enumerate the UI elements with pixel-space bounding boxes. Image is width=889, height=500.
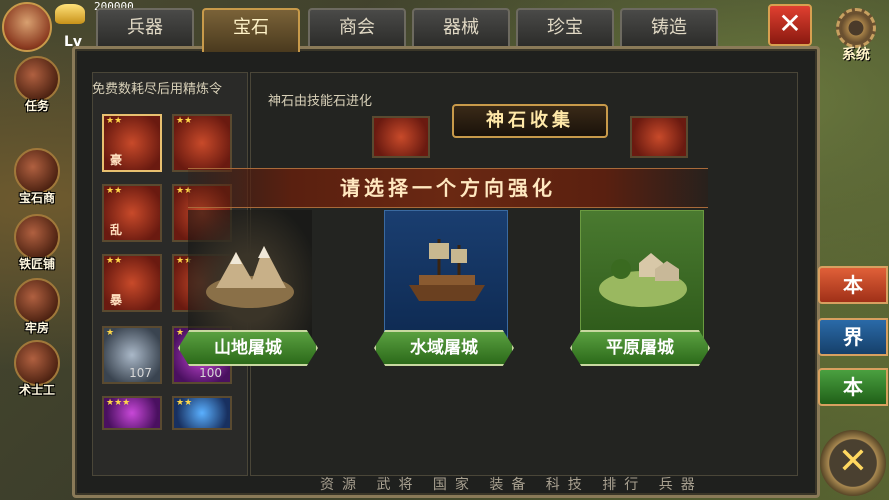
tab-gems[interactable]: 宝石 — [202, 8, 300, 52]
gem-slot[interactable]: ★★ 豪 — [102, 114, 162, 172]
quest-icon — [14, 56, 60, 102]
plain-siege-button[interactable]: 平原屠城 — [570, 330, 710, 366]
evolution-hint: 神石由技能石进化 — [268, 94, 373, 109]
right-button-2[interactable]: 界 — [818, 318, 888, 356]
right-button-1[interactable]: 本 — [818, 266, 888, 304]
option-card-water[interactable] — [384, 210, 508, 340]
side-item-blacksmith[interactable]: 铁匠铺 — [6, 214, 68, 272]
prison-icon — [14, 278, 60, 324]
option-card-mountain[interactable] — [188, 210, 312, 340]
side-item-label: 宝石商 — [18, 191, 55, 205]
tab-weapons[interactable]: 兵器 — [96, 8, 194, 46]
gem-stars: ★★ — [106, 186, 123, 196]
gem-merchant-icon — [14, 148, 60, 194]
gem-stars: ★ — [176, 328, 185, 338]
side-item-gem-merchant[interactable]: 宝石商 — [6, 148, 68, 206]
close-x-icon: ✕ — [778, 7, 802, 40]
option-card-plain[interactable] — [580, 210, 704, 340]
close-button[interactable]: ✕ — [768, 4, 812, 46]
gem-glyph: 豪 — [110, 153, 123, 167]
side-item-prison[interactable]: 牢房 — [6, 278, 68, 336]
gem-stars: ★★ — [176, 116, 193, 126]
gem-slot[interactable]: ★★ 暴 — [102, 254, 162, 312]
gem-slot[interactable]: ★★★ — [102, 396, 162, 430]
mage-icon — [14, 340, 60, 386]
right-button-3[interactable]: 本 — [818, 368, 888, 406]
side-item-label: 任务 — [24, 99, 49, 113]
gem-stars: ★★★ — [106, 398, 131, 408]
gem-slot[interactable]: ★★ — [172, 396, 232, 430]
gold-ingot-icon — [55, 4, 85, 24]
side-item-quest[interactable]: 任务 — [6, 56, 68, 114]
side-item-mage[interactable]: 术士工 — [6, 340, 68, 398]
system-label: 系统 — [842, 47, 870, 63]
player-avatar[interactable] — [2, 2, 52, 52]
close-x-icon: ✕ — [837, 441, 869, 482]
collected-gem[interactable] — [372, 116, 430, 158]
gem-stars: ★ — [106, 328, 115, 338]
gem-stars: ★★ — [106, 256, 123, 266]
system-button[interactable]: 系统 — [826, 8, 886, 64]
blacksmith-icon — [14, 214, 60, 260]
gem-slot[interactable]: ★ 107 — [102, 326, 162, 384]
gem-glyph: 乱 — [110, 223, 123, 237]
gem-stars: ★★ — [106, 116, 123, 126]
ship-icon — [409, 239, 485, 301]
collected-gem[interactable] — [630, 116, 688, 158]
tab-forging[interactable]: 铸造 — [620, 8, 718, 46]
gem-glyph: 暴 — [110, 293, 123, 307]
refine-hint: 免费数耗尽后用精炼令 — [92, 82, 223, 97]
collect-title: 神石收集 — [452, 104, 608, 138]
corner-close-button[interactable]: ✕ — [820, 430, 886, 496]
tab-guild[interactable]: 商会 — [308, 8, 406, 46]
gem-count: 107 — [129, 366, 152, 380]
plain-icon — [599, 253, 687, 307]
mountain-siege-button[interactable]: 山地屠城 — [178, 330, 318, 366]
side-item-label: 牢房 — [24, 321, 49, 335]
mountain-icon — [206, 246, 294, 308]
dialog-title: 请选择一个方向强化 — [188, 168, 708, 208]
tab-treasures[interactable]: 珍宝 — [516, 8, 614, 46]
bottom-tabs: 资源 武将 国家 装备 科技 排行 兵器 — [320, 477, 703, 493]
side-item-label: 术士工 — [18, 383, 55, 397]
gear-icon — [836, 8, 876, 48]
side-item-label: 铁匠铺 — [18, 257, 55, 271]
tab-machinery[interactable]: 器械 — [412, 8, 510, 46]
gem-slot[interactable]: ★★ 乱 — [102, 184, 162, 242]
water-siege-button[interactable]: 水域屠城 — [374, 330, 514, 366]
gem-stars: ★★ — [176, 398, 193, 408]
